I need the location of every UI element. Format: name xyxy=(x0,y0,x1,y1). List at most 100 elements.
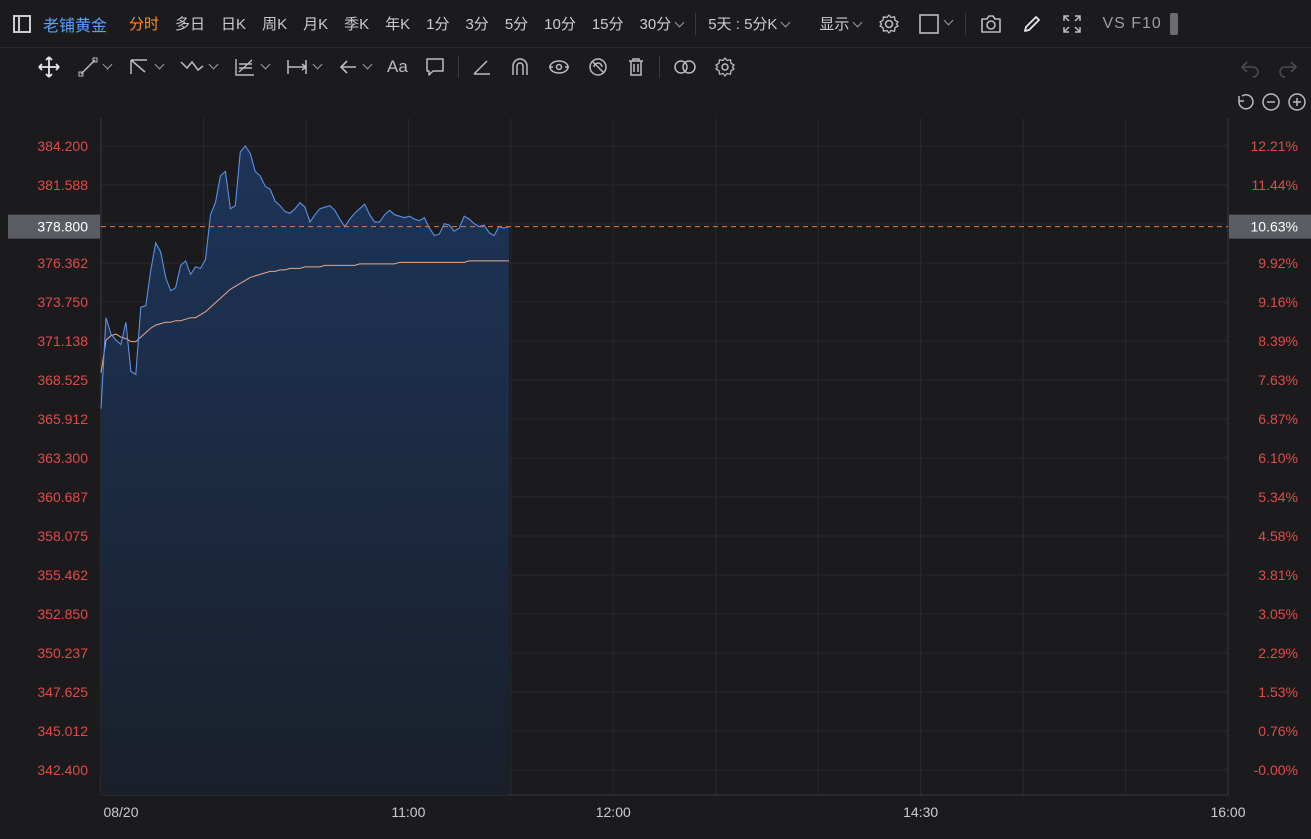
magnet-tool[interactable] xyxy=(509,56,531,78)
square-icon xyxy=(919,13,940,34)
angle-tool[interactable] xyxy=(471,56,493,78)
period-tab[interactable]: 日K xyxy=(221,13,246,34)
y-tick-right: 3.05% xyxy=(1258,606,1298,622)
period-tab-label: 月K xyxy=(303,16,329,33)
arrow-tool[interactable] xyxy=(337,56,373,78)
trash-icon xyxy=(628,58,643,76)
toolbar-divider xyxy=(965,12,967,35)
link-tool[interactable] xyxy=(672,56,698,78)
y-tick-right: 2.29% xyxy=(1258,645,1298,661)
y-tick-right: 9.16% xyxy=(1258,294,1298,310)
display-select[interactable]: 显示 xyxy=(819,13,863,34)
price-chart[interactable]: 384.200 381.588 378.800 376.362 373.750 371.1… xyxy=(0,86,1311,834)
multi-period-label: 5天 : 5分K xyxy=(708,16,778,33)
y-tick-left: 350.237 xyxy=(37,645,88,661)
period-tab[interactable]: 3分 xyxy=(465,13,488,34)
y-tick-right: 1.53% xyxy=(1258,684,1298,700)
period-tab[interactable]: 年K xyxy=(385,13,410,34)
period-tab-label: 年K xyxy=(385,16,411,33)
chart-style-select[interactable] xyxy=(918,13,954,35)
eye-tool[interactable] xyxy=(547,56,571,78)
redo-button[interactable] xyxy=(1277,56,1299,78)
fib-icon xyxy=(235,59,254,76)
current-price-label: 378.800 xyxy=(37,219,88,235)
chart-area[interactable]: 384.200 381.588 378.800 376.362 373.750 371.1… xyxy=(0,86,1311,834)
period-tab-label: 1分 xyxy=(426,16,450,33)
y-tick-left: 368.525 xyxy=(37,372,88,388)
current-pct-label: 10.63% xyxy=(1251,219,1298,235)
toolbar-divider xyxy=(457,56,459,78)
gear-icon xyxy=(879,13,900,34)
camera-icon xyxy=(981,14,1002,33)
period-tab[interactable]: 15分 xyxy=(592,13,624,34)
draw-button[interactable] xyxy=(1021,13,1043,35)
scrollbar-handle[interactable] xyxy=(1169,12,1178,35)
measure-tool[interactable] xyxy=(285,56,323,78)
link-icon xyxy=(674,60,696,74)
hide-icon xyxy=(589,58,607,76)
move-tool[interactable] xyxy=(37,55,61,79)
chevron-down-icon xyxy=(260,59,271,69)
top-toolbar: 老铺黄金 分时 多日 日K 周K 月K 季K 年K 1分 3分 5分 10分 15分 30分 5天 : … xyxy=(0,0,1311,48)
y-tick-left: 376.362 xyxy=(37,255,88,271)
undo-button[interactable] xyxy=(1239,56,1261,78)
y-tick-left: 358.075 xyxy=(37,528,88,544)
polyline-tool[interactable] xyxy=(127,56,165,78)
period-tab-label: 日K xyxy=(221,16,247,33)
layout-toggle-icon[interactable] xyxy=(13,14,31,33)
screenshot-button[interactable] xyxy=(979,13,1003,35)
multi-period-select[interactable]: 5天 : 5分K xyxy=(708,13,791,34)
period-tab[interactable]: 周K xyxy=(262,13,287,34)
fullscreen-button[interactable] xyxy=(1061,13,1083,35)
line-tool[interactable] xyxy=(77,56,113,78)
move-icon xyxy=(38,56,60,78)
measure-icon xyxy=(287,60,308,74)
hide-tool[interactable] xyxy=(587,56,609,78)
y-tick-left: 352.850 xyxy=(37,606,88,622)
period-tab-label: 5分 xyxy=(504,16,529,33)
chevron-down-icon xyxy=(154,59,165,69)
period-tab[interactable]: 5分 xyxy=(505,13,528,34)
y-tick-right: 0.76% xyxy=(1258,723,1298,739)
pencil-icon xyxy=(1024,15,1041,32)
fullscreen-icon xyxy=(1063,14,1082,33)
y-tick-right: 11.44% xyxy=(1252,177,1298,193)
period-tab[interactable]: 多日 xyxy=(175,13,205,34)
y-tick-right: 7.63% xyxy=(1258,372,1298,388)
x-tick-label: 14:30 xyxy=(903,804,938,820)
chevron-down-icon xyxy=(943,15,954,26)
chevron-down-icon xyxy=(852,17,863,28)
delete-tool[interactable] xyxy=(625,56,647,78)
eye-icon xyxy=(548,60,569,74)
period-tab[interactable]: 季K xyxy=(344,13,369,34)
period-tab[interactable]: 30分 xyxy=(640,13,685,34)
period-tab[interactable]: 1分 xyxy=(426,13,449,34)
chevron-down-icon xyxy=(674,17,685,28)
x-tick-label: 12:00 xyxy=(596,804,631,820)
drawing-settings-tool[interactable] xyxy=(714,56,736,78)
line-icon xyxy=(78,57,98,77)
comment-tool[interactable] xyxy=(424,56,446,78)
vs-f10-button[interactable]: VS F10 xyxy=(1102,15,1161,33)
chevron-down-icon xyxy=(102,59,113,69)
period-tab-label: 季K xyxy=(344,16,370,33)
period-tab[interactable]: 分时 xyxy=(129,13,159,34)
period-tab[interactable]: 月K xyxy=(303,13,328,34)
y-tick-right: 3.81% xyxy=(1258,567,1298,583)
y-tick-left: 342.400 xyxy=(37,762,88,778)
y-tick-left: 363.300 xyxy=(37,450,88,466)
arrow-left-icon xyxy=(339,60,356,74)
y-tick-right: 9.92% xyxy=(1258,255,1298,271)
text-tool[interactable]: Aa xyxy=(387,57,408,77)
gear-icon xyxy=(715,57,735,77)
y-tick-right: 12.21% xyxy=(1251,138,1298,154)
wave-tool[interactable] xyxy=(179,56,219,78)
y-tick-left: 365.912 xyxy=(37,411,88,427)
y-tick-left: 355.462 xyxy=(37,567,88,583)
y-tick-right: 8.39% xyxy=(1258,333,1298,349)
period-tab[interactable]: 10分 xyxy=(544,13,576,34)
settings-button[interactable] xyxy=(878,13,900,35)
period-tab-label: 3分 xyxy=(465,16,489,33)
fib-tool[interactable] xyxy=(233,56,271,78)
x-tick-label: 11:00 xyxy=(391,804,425,820)
